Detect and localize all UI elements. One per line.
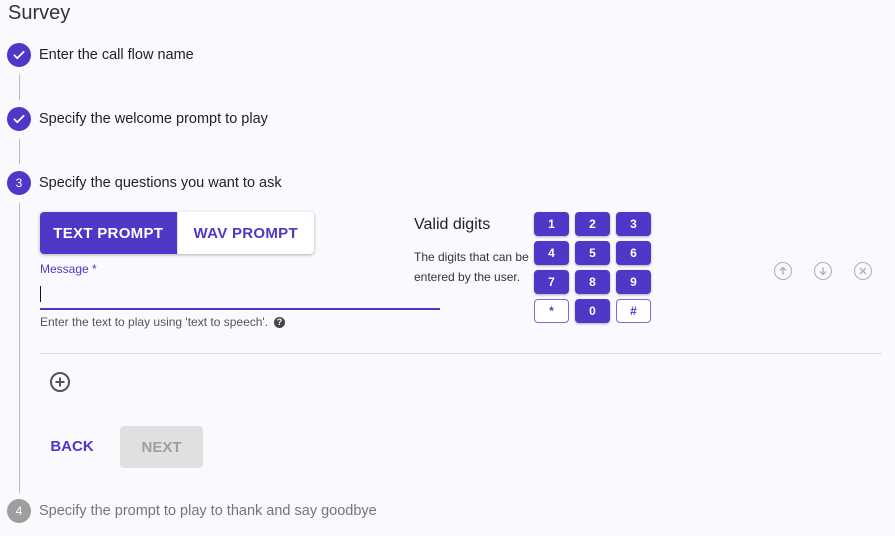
step-4[interactable]: 4 Specify the prompt to play to thank an…: [7, 499, 377, 523]
digit-key-4[interactable]: 4: [534, 241, 569, 265]
step-2[interactable]: Specify the welcome prompt to play: [7, 107, 268, 131]
step-connector: [19, 74, 20, 100]
step-1-label: Enter the call flow name: [39, 47, 194, 63]
check-icon: [7, 43, 31, 67]
add-circle-icon[interactable]: [50, 372, 70, 392]
prompt-type-toggle: TEXT PROMPT WAV PROMPT: [40, 212, 314, 254]
digit-key-5[interactable]: 5: [575, 241, 610, 265]
message-label: Message *: [40, 262, 97, 276]
close-circle-icon[interactable]: [854, 262, 872, 280]
step-3-label: Specify the questions you want to ask: [39, 175, 282, 191]
digit-key-hash[interactable]: #: [616, 299, 651, 323]
digit-key-8[interactable]: 8: [575, 270, 610, 294]
step-3-number: 3: [7, 171, 31, 195]
wav-prompt-button[interactable]: WAV PROMPT: [176, 212, 315, 254]
message-helper-text: Enter the text to play using 'text to sp…: [40, 315, 269, 329]
digit-key-star[interactable]: *: [534, 299, 569, 323]
step-connector: [19, 139, 20, 164]
text-caret: [40, 286, 41, 302]
digit-keypad: 1 2 3 4 5 6 7 8 9 * 0 #: [534, 212, 651, 323]
digit-key-7[interactable]: 7: [534, 270, 569, 294]
step-3[interactable]: 3 Specify the questions you want to ask: [7, 171, 282, 195]
check-icon: [7, 107, 31, 131]
step-1[interactable]: Enter the call flow name: [7, 43, 194, 67]
valid-digits-title: Valid digits: [414, 216, 491, 233]
digit-key-6[interactable]: 6: [616, 241, 651, 265]
digit-key-0[interactable]: 0: [575, 299, 610, 323]
next-button[interactable]: NEXT: [120, 426, 203, 468]
digit-key-1[interactable]: 1: [534, 212, 569, 236]
digit-key-9[interactable]: 9: [616, 270, 651, 294]
arrow-down-circle-icon[interactable]: [814, 262, 832, 280]
divider: [40, 353, 882, 354]
help-icon[interactable]: ?: [274, 316, 286, 328]
digit-key-2[interactable]: 2: [575, 212, 610, 236]
step-4-number: 4: [7, 499, 31, 523]
text-prompt-button[interactable]: TEXT PROMPT: [40, 212, 177, 254]
message-input[interactable]: [40, 280, 440, 310]
back-button[interactable]: BACK: [40, 426, 104, 466]
page-title: Survey: [8, 2, 71, 24]
arrow-up-circle-icon[interactable]: [774, 262, 792, 280]
step-4-label: Specify the prompt to play to thank and …: [39, 503, 377, 519]
digit-key-3[interactable]: 3: [616, 212, 651, 236]
message-helper: Enter the text to play using 'text to sp…: [40, 315, 286, 329]
valid-digits-description: The digits that can be entered by the us…: [414, 250, 529, 284]
step-connector: [19, 203, 20, 493]
step-2-label: Specify the welcome prompt to play: [39, 111, 268, 127]
